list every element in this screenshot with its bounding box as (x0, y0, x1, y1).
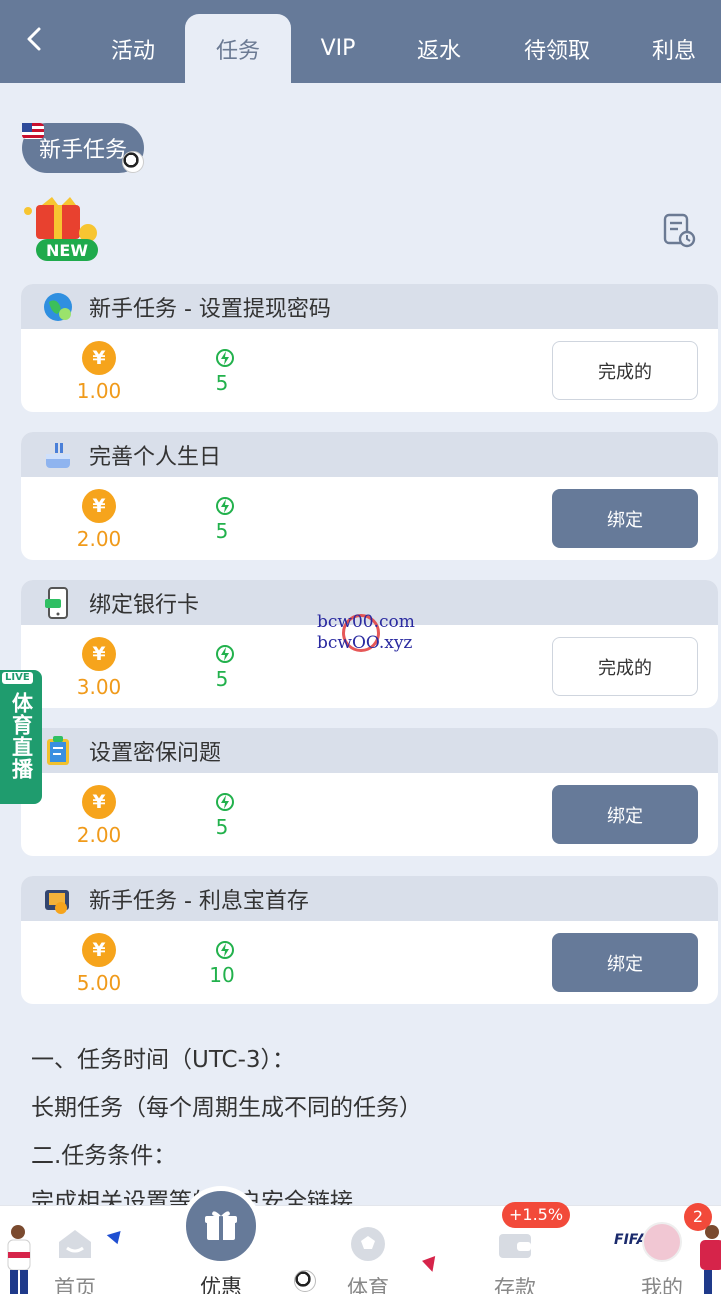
task-title: 新手任务 - 设置提现密码 (89, 296, 331, 322)
clipboard-icon (41, 734, 75, 768)
reward-points: 10 (209, 963, 235, 987)
reward-points: 5 (215, 519, 229, 543)
player-illustration-icon (694, 1222, 721, 1294)
bottom-nav: 首页 体育 存款 我的 (0, 1205, 721, 1294)
task-action-button[interactable]: 绑定 (552, 933, 698, 992)
task-card: 完善个人生日 ¥ 2.00 5 绑定 (21, 432, 718, 560)
reward-points: 5 (215, 815, 229, 839)
phone-card-icon (41, 586, 75, 620)
section-chip: 新手任务 (22, 123, 144, 173)
tab-rebate[interactable]: 返水 (394, 14, 484, 83)
player-illustration-icon (0, 1222, 40, 1294)
nav-promotions[interactable] (181, 1186, 261, 1266)
gift-icon (205, 1211, 237, 1240)
bolt-icon (216, 793, 234, 811)
new-badge-text: NEW (46, 241, 88, 260)
reward-points: 5 (215, 667, 229, 691)
nav-home-label: 首页 (54, 1276, 96, 1294)
section-chip-label: 新手任务 (38, 138, 127, 163)
nav-promotions-label[interactable]: 优惠 (171, 1271, 271, 1294)
reward-points: 5 (215, 371, 229, 395)
back-arrow-icon[interactable] (22, 26, 48, 52)
wallet-nav-icon (499, 1234, 531, 1258)
rule-line: 一、任务时间（UTC-3）： (31, 1047, 296, 1073)
live-tag: LIVE (2, 672, 33, 684)
task-card-body: ¥ 1.00 5 完成的 (21, 329, 718, 412)
nav-sports-label: 体育 (347, 1276, 389, 1294)
tab-tasks[interactable]: 任务 (185, 14, 291, 83)
soccer-ball-icon (294, 1270, 316, 1292)
wallet-icon (41, 882, 75, 916)
deposit-bonus-badge: +1.5% (502, 1202, 571, 1228)
task-card-body: ¥ 2.00 5 绑定 (21, 477, 718, 560)
live-sports-text: 体育直播 (9, 692, 34, 780)
live-sports-badge[interactable]: LIVE 体育直播 (0, 670, 42, 804)
task-action-button[interactable]: 完成的 (552, 637, 698, 696)
rule-line: 二.任务条件： (31, 1143, 177, 1169)
task-card-body: ¥ 5.00 10 绑定 (21, 921, 718, 1004)
bolt-icon (216, 497, 234, 515)
task-title: 绑定银行卡 (89, 592, 200, 618)
rule-line: 长期任务（每个周期生成不同的任务） (31, 1095, 422, 1121)
cake-icon (41, 438, 75, 472)
coin-icon: ¥ (82, 933, 116, 967)
tab-interest[interactable]: 利息 (636, 14, 712, 83)
task-card: 新手任务 - 设置提现密码 ¥ 1.00 5 完成的 (21, 284, 718, 412)
task-card: 设置密保问题 ¥ 2.00 5 绑定 (21, 728, 718, 856)
soccer-icon (351, 1227, 385, 1261)
bolt-icon (216, 349, 234, 367)
task-title: 设置密保问题 (89, 740, 222, 766)
reward-amount: 2.00 (76, 823, 122, 847)
watermark-line: bcwOO.xyz (317, 633, 413, 653)
task-card-header: 新手任务 - 设置提现密码 (21, 284, 718, 329)
task-title: 新手任务 - 利息宝首存 (89, 888, 309, 914)
reward-amount: 5.00 (76, 971, 122, 995)
globe-icon (41, 290, 75, 324)
reward-amount: 3.00 (76, 675, 122, 699)
task-title: 完善个人生日 (89, 444, 222, 470)
nav-home[interactable]: 首页 (25, 1206, 125, 1294)
history-record-icon[interactable] (662, 212, 696, 248)
home-icon (59, 1230, 91, 1258)
nav-deposit-label: 存款 (494, 1276, 536, 1294)
task-card-header: 设置密保问题 (21, 728, 718, 773)
top-tab-bar: 活动 任务 VIP 返水 待领取 利息 (0, 0, 721, 83)
watermark-line: bcw00.com (317, 612, 415, 632)
reward-amount: 2.00 (76, 527, 122, 551)
coin-icon: ¥ (82, 489, 116, 523)
coin-icon: ¥ (82, 785, 116, 819)
new-gift-icon: NEW (22, 195, 112, 265)
bolt-icon (216, 941, 234, 959)
coin-icon: ¥ (82, 341, 116, 375)
bolt-icon (216, 645, 234, 663)
us-flag-icon (22, 123, 44, 139)
tab-pending[interactable]: 待领取 (508, 14, 606, 83)
tab-activity[interactable]: 活动 (88, 14, 178, 83)
task-card-header: 新手任务 - 利息宝首存 (21, 876, 718, 921)
task-card: 新手任务 - 利息宝首存 ¥ 5.00 10 绑定 (21, 876, 718, 1004)
watermark: bcw00.com bcwOO.xyz (317, 612, 427, 654)
task-card-body: ¥ 2.00 5 绑定 (21, 773, 718, 856)
nav-sports[interactable]: 体育 (318, 1206, 418, 1294)
task-action-button[interactable]: 绑定 (552, 785, 698, 844)
coin-icon: ¥ (82, 637, 116, 671)
reward-amount: 1.00 (76, 379, 122, 403)
tab-vip[interactable]: VIP (300, 14, 376, 83)
avatar[interactable] (642, 1222, 682, 1262)
task-action-button[interactable]: 完成的 (552, 341, 698, 400)
task-action-button[interactable]: 绑定 (552, 489, 698, 548)
soccer-ball-icon (122, 151, 144, 173)
task-card-header: 完善个人生日 (21, 432, 718, 477)
